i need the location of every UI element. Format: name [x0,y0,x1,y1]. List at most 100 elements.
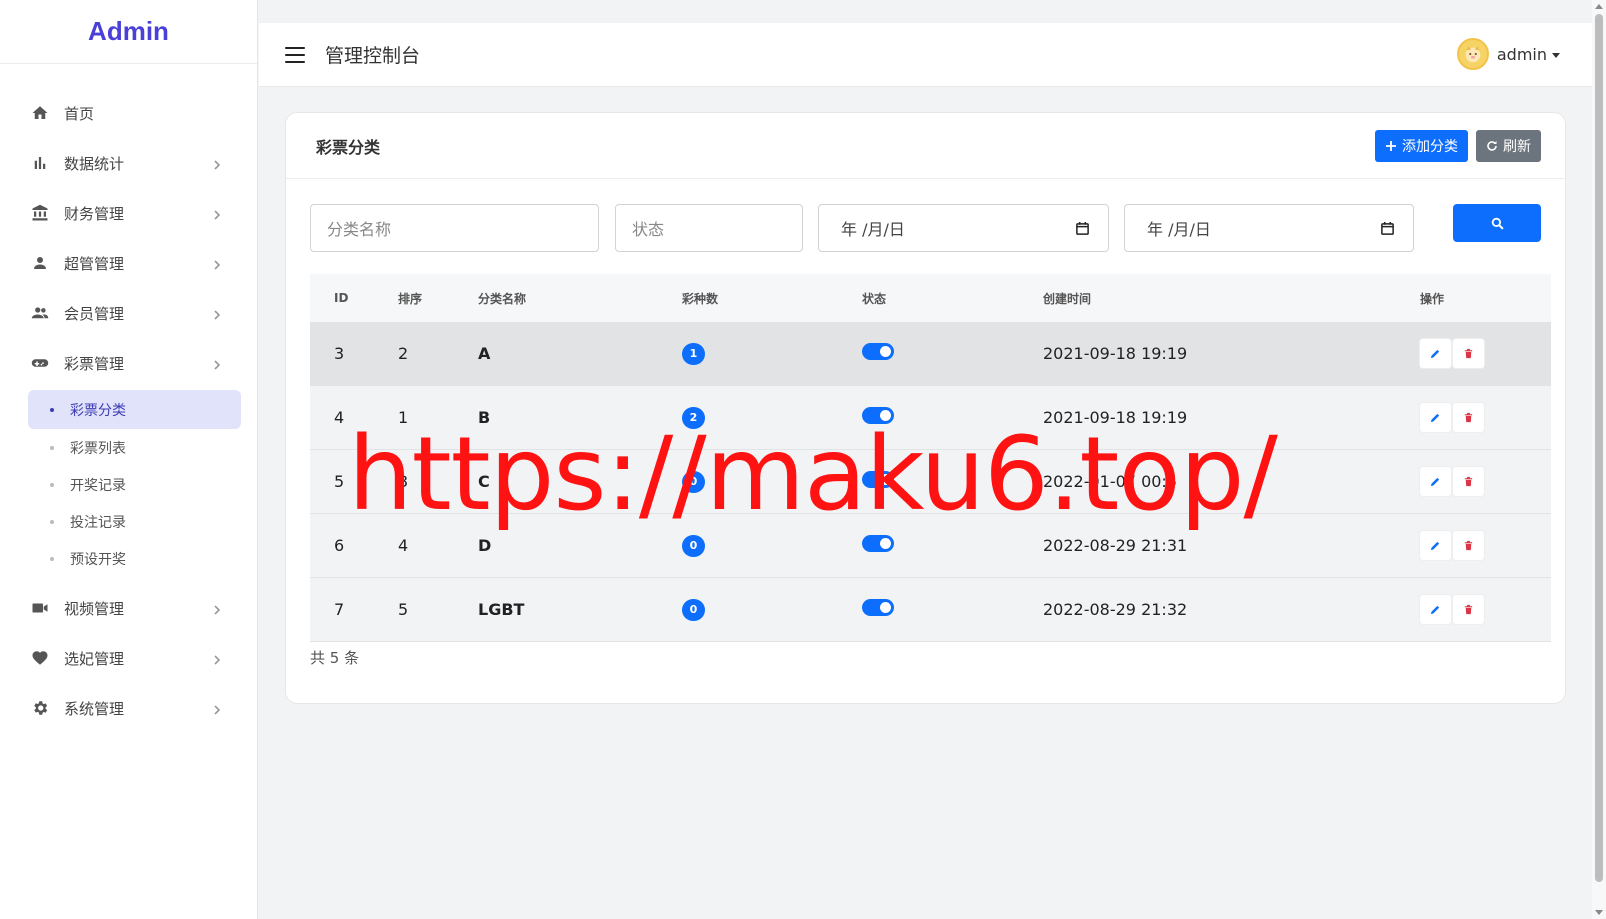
refresh-label: 刷新 [1503,138,1531,155]
end-date-input[interactable]: 年 /月/日 [1124,204,1414,252]
page-scrollbar[interactable] [1592,0,1606,919]
card-header: 彩票分类 添加分类 刷新 [286,113,1565,179]
edit-button[interactable] [1420,339,1451,368]
card-title: 彩票分类 [316,137,381,157]
status-select[interactable]: 状态 [615,204,803,252]
col-name: 分类名称 [478,291,527,306]
cell-created: 2022-08-29 21:31 [1043,536,1188,555]
sidebar-item-label: 财务管理 [64,204,125,223]
scrollbar-thumb[interactable] [1595,14,1603,882]
sidebar-item-lottery[interactable]: 彩票管理 [0,338,257,388]
chevron-right-icon [211,602,223,615]
edit-button[interactable] [1420,531,1451,560]
sidebar-item-members[interactable]: 会员管理 [0,288,257,338]
cell-sort: 5 [398,600,409,619]
status-toggle[interactable] [862,599,894,616]
start-date-input[interactable]: 年 /月/日 [818,204,1109,252]
cell-count: 0 [682,598,705,621]
cell-count: 1 [682,342,705,365]
cell-id: 4 [334,408,345,427]
edit-button[interactable] [1420,467,1451,496]
trash-icon [1464,540,1473,551]
delete-button[interactable] [1453,339,1484,368]
cell-actions [1420,339,1484,368]
chevron-right-icon [211,307,223,320]
lottery-submenu: 彩票分类 彩票列表 开奖记录 投注记录 预设开奖 [0,388,257,583]
cell-status [862,599,894,620]
delete-button[interactable] [1453,595,1484,624]
trash-icon [1464,412,1473,423]
cell-id: 7 [334,600,345,619]
sidebar: Admin 首页 数据统计 财务管理 超管管理 会员管理 彩票管理 彩票分类 彩… [0,0,258,919]
user-menu[interactable]: admin [1456,38,1560,70]
count-badge: 1 [682,342,705,365]
edit-button[interactable] [1420,595,1451,624]
page-title: 管理控制台 [325,45,421,67]
category-name-input[interactable]: 分类名称 [310,204,599,252]
avatar [1456,38,1489,70]
status-toggle[interactable] [862,407,894,424]
cell-actions [1420,403,1484,432]
trash-icon [1464,348,1473,359]
delete-button[interactable] [1453,531,1484,560]
sidebar-item-system[interactable]: 系统管理 [0,683,257,733]
brand-logo[interactable]: Admin [0,0,257,64]
delete-button[interactable] [1453,403,1484,432]
cell-name: C [478,472,490,491]
status-toggle[interactable] [862,535,894,552]
submenu-item-label: 预设开奖 [70,551,126,568]
chevron-right-icon [211,702,223,715]
calendar-icon[interactable] [1380,221,1395,236]
search-button[interactable] [1453,204,1541,242]
count-badge: 2 [682,406,705,429]
add-category-label: 添加分类 [1402,138,1458,155]
submenu-item-draw-records[interactable]: 开奖记录 [28,466,241,503]
cell-sort: 3 [398,472,409,491]
sidebar-item-label: 首页 [64,104,95,123]
table-row: 5 3 C 0 2022-01-07 00:5 [310,450,1551,514]
table-header: ID 排序 分类名称 彩种数 状态 创建时间 操作 [310,274,1551,322]
calendar-icon[interactable] [1075,221,1090,236]
sidebar-item-video[interactable]: 视频管理 [0,583,257,633]
cell-actions [1420,595,1484,624]
sidebar-item-concubine[interactable]: 选妃管理 [0,633,257,683]
status-toggle[interactable] [862,471,894,488]
top-header: 管理控制台 admin [259,23,1592,87]
submenu-item-label: 投注记录 [70,514,126,531]
bar-chart-icon [30,153,50,173]
sidebar-item-home[interactable]: 首页 [0,88,257,138]
submenu-item-label: 开奖记录 [70,477,126,494]
submenu-item-lottery-category[interactable]: 彩票分类 [28,390,241,429]
scroll-up-icon[interactable] [1595,4,1603,9]
delete-button[interactable] [1453,467,1484,496]
menu-toggle-icon[interactable] [285,46,305,63]
people-icon [30,303,50,323]
pencil-icon [1430,541,1440,551]
pencil-icon [1430,349,1440,359]
submenu-item-preset-draw[interactable]: 预设开奖 [28,540,241,577]
video-camera-icon [30,598,50,618]
refresh-button[interactable]: 刷新 [1476,129,1541,162]
scroll-down-icon[interactable] [1595,910,1603,915]
cell-count: 2 [682,406,705,429]
sidebar-item-finance[interactable]: 财务管理 [0,188,257,238]
cell-id: 3 [334,344,345,363]
sidebar-item-super-admin[interactable]: 超管管理 [0,238,257,288]
cell-id: 5 [334,472,345,491]
start-date-placeholder: 年 /月/日 [841,220,905,239]
submenu-item-bet-records[interactable]: 投注记录 [28,503,241,540]
sidebar-item-label: 超管管理 [64,254,125,273]
cell-id: 6 [334,536,345,555]
caret-down-icon [1552,52,1560,58]
count-badge: 0 [682,534,705,557]
submenu-item-label: 彩票列表 [70,440,126,457]
status-toggle[interactable] [862,343,894,360]
submenu-item-lottery-list[interactable]: 彩票列表 [28,429,241,466]
table-row: 4 1 B 2 2021-09-18 19:19 [310,386,1551,450]
sidebar-item-stats[interactable]: 数据统计 [0,138,257,188]
cell-created: 2021-09-18 19:19 [1043,344,1188,363]
cell-created: 2021-09-18 19:19 [1043,408,1188,427]
pencil-icon [1430,477,1440,487]
edit-button[interactable] [1420,403,1451,432]
add-category-button[interactable]: 添加分类 [1375,129,1468,162]
